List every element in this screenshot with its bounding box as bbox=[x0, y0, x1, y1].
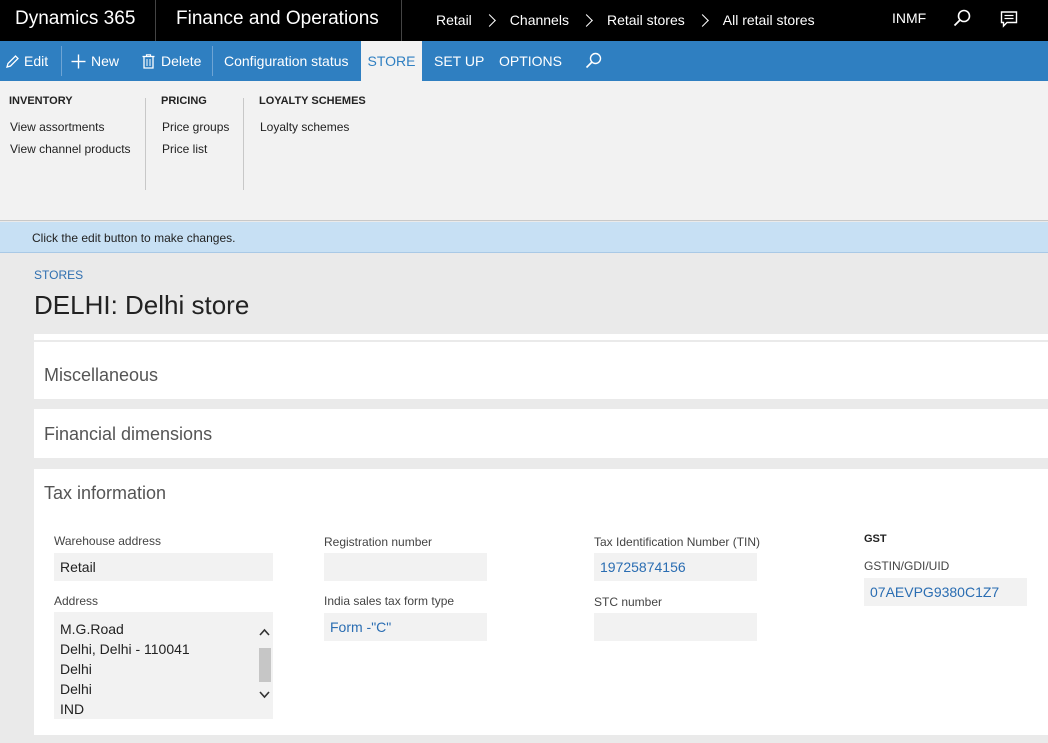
divider bbox=[145, 98, 146, 190]
page-title: DELHI: Delhi store bbox=[34, 290, 250, 320]
message-icon[interactable] bbox=[1000, 10, 1018, 28]
company-selector[interactable]: INMF bbox=[892, 0, 926, 37]
chevron-down-icon[interactable] bbox=[259, 691, 270, 699]
warehouse-address-field[interactable]: Retail bbox=[54, 553, 273, 581]
address-line: Delhi, Delhi - 110041 bbox=[60, 641, 190, 657]
new-label: New bbox=[91, 53, 120, 69]
app-brand[interactable]: Dynamics 365 bbox=[0, 0, 156, 41]
ribbon-group-title: LOYALTY SCHEMES bbox=[259, 95, 366, 107]
address-field[interactable]: M.G.Road Delhi, Delhi - 110041 Delhi Del… bbox=[54, 612, 273, 719]
view-channel-products-button[interactable]: View channel products bbox=[10, 142, 131, 156]
tab-options[interactable]: OPTIONS bbox=[499, 41, 562, 81]
chevron-right-icon bbox=[580, 14, 593, 27]
delete-label: Delete bbox=[161, 53, 202, 69]
section-edge bbox=[34, 334, 1048, 340]
page-breadcrumb-stores[interactable]: STORES bbox=[34, 268, 83, 282]
top-nav-bar: Dynamics 365 Finance and Operations Reta… bbox=[0, 0, 1048, 41]
breadcrumb-all-retail-stores[interactable]: All retail stores bbox=[723, 2, 815, 39]
price-list-button[interactable]: Price list bbox=[162, 142, 207, 156]
stc-number-field[interactable] bbox=[594, 613, 757, 641]
trash-icon bbox=[142, 54, 155, 69]
section-title-miscellaneous[interactable]: Miscellaneous bbox=[44, 365, 158, 386]
tab-set-up[interactable]: SET UP bbox=[434, 41, 484, 81]
ribbon-panel: INVENTORY View assortments View channel … bbox=[0, 81, 1048, 221]
ribbon-group-title: INVENTORY bbox=[9, 95, 73, 107]
address-scrollbar[interactable] bbox=[256, 612, 273, 719]
chevron-up-icon[interactable] bbox=[259, 628, 270, 636]
address-line: Delhi bbox=[60, 681, 92, 697]
section-title-financial-dimensions[interactable]: Financial dimensions bbox=[44, 424, 212, 445]
loyalty-schemes-button[interactable]: Loyalty schemes bbox=[260, 120, 349, 134]
action-pane: Edit New Delete Configuration status STO… bbox=[0, 41, 1048, 81]
tin-field[interactable]: 19725874156 bbox=[594, 553, 757, 581]
breadcrumb-retail[interactable]: Retail bbox=[436, 2, 472, 39]
registration-number-label: Registration number bbox=[324, 535, 433, 549]
divider bbox=[243, 98, 244, 190]
breadcrumb-retail-stores[interactable]: Retail stores bbox=[607, 2, 685, 39]
gstin-label: GSTIN/GDI/UID bbox=[864, 559, 950, 573]
pencil-icon bbox=[6, 55, 19, 68]
price-groups-button[interactable]: Price groups bbox=[162, 120, 229, 134]
section-title-tax-information[interactable]: Tax information bbox=[44, 483, 166, 504]
scrollbar-thumb[interactable] bbox=[259, 648, 271, 682]
search-icon[interactable] bbox=[585, 52, 602, 69]
section-financial-dimensions[interactable]: Financial dimensions bbox=[34, 409, 1048, 458]
divider bbox=[212, 46, 213, 76]
edit-label: Edit bbox=[24, 53, 49, 69]
gst-group-title: GST bbox=[864, 533, 887, 545]
warehouse-address-label: Warehouse address bbox=[54, 534, 161, 548]
ribbon-group-title: PRICING bbox=[161, 95, 207, 107]
section-miscellaneous[interactable]: Miscellaneous bbox=[34, 342, 1048, 399]
india-sales-tax-form-type-field[interactable]: Form -"C" bbox=[324, 613, 487, 641]
chevron-right-icon bbox=[482, 14, 496, 27]
search-icon[interactable] bbox=[952, 8, 972, 28]
india-sales-tax-form-type-label: India sales tax form type bbox=[324, 594, 455, 608]
address-line: Delhi bbox=[60, 661, 92, 677]
address-line: IND bbox=[60, 701, 85, 717]
stc-number-label: STC number bbox=[594, 595, 663, 609]
gstin-field[interactable]: 07AEVPG9380C1Z7 bbox=[864, 578, 1027, 606]
view-assortments-button[interactable]: View assortments bbox=[10, 120, 104, 134]
module-name[interactable]: Finance and Operations bbox=[157, 0, 402, 41]
configuration-status-button[interactable]: Configuration status bbox=[224, 41, 349, 81]
breadcrumb-channels[interactable]: Channels bbox=[510, 2, 569, 39]
plus-icon bbox=[71, 54, 86, 69]
address-label: Address bbox=[54, 594, 99, 608]
registration-number-field[interactable] bbox=[324, 553, 487, 581]
tab-store[interactable]: STORE bbox=[361, 41, 422, 81]
divider bbox=[61, 46, 62, 76]
info-message-bar: Click the edit button to make changes. bbox=[0, 222, 1048, 253]
chevron-right-icon bbox=[695, 14, 709, 27]
tin-label: Tax Identification Number (TIN) bbox=[594, 535, 761, 549]
address-line: M.G.Road bbox=[60, 621, 124, 637]
breadcrumb: Retail Channels Retail stores All retail… bbox=[436, 0, 815, 41]
